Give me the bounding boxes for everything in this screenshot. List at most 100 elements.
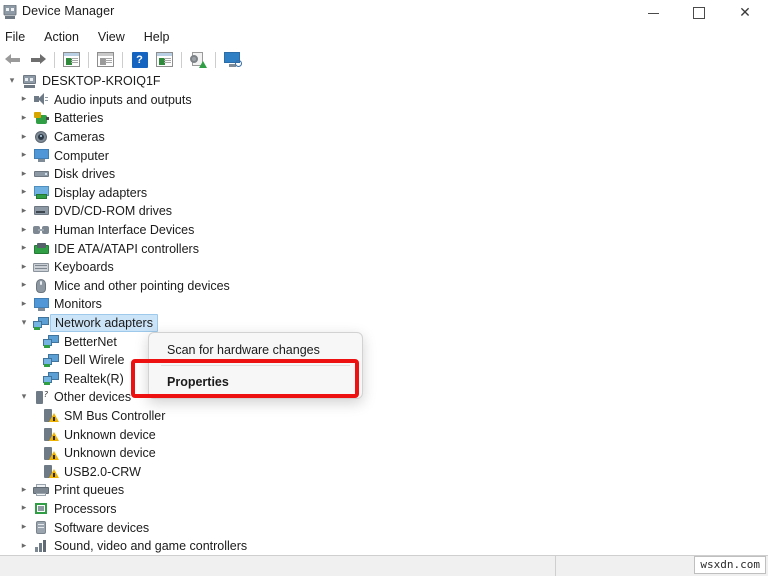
tree-item-label: Cameras [54, 130, 105, 145]
tree-item-network-adapters[interactable]: ▾ Network adapters [0, 314, 768, 333]
software-device-icon [32, 521, 50, 535]
chevron-right-icon[interactable]: ▸ [16, 169, 32, 179]
show-hide-console-tree-button[interactable] [59, 48, 84, 71]
tree-item-sm-bus-controller[interactable]: SM Bus Controller [0, 407, 768, 426]
toolbar-separator [215, 51, 216, 68]
scan-monitor-icon [223, 52, 242, 67]
chevron-right-icon[interactable]: ▸ [16, 504, 32, 513]
tree-item-label: USB2.0-CRW [64, 464, 141, 479]
chevron-right-icon[interactable]: ▸ [16, 299, 32, 309]
chevron-right-icon[interactable]: ▸ [16, 95, 32, 104]
toolbar: ? [0, 47, 768, 73]
tree-item-realtek[interactable]: Realtek(R) [0, 370, 768, 389]
minimize-button[interactable] [630, 0, 676, 26]
tree-item-cameras[interactable]: ▸ Cameras [0, 128, 768, 147]
help-button[interactable]: ? [127, 48, 152, 71]
chevron-right-icon[interactable]: ▸ [16, 113, 32, 123]
tree-item-print-queues[interactable]: ▸ Print queues [0, 481, 768, 500]
tree-item-label: Disk drives [54, 167, 116, 182]
tree-root-desktop[interactable]: ▾ DESKTOP-KROIQ1F [0, 72, 768, 91]
menu-view[interactable]: View [89, 28, 134, 46]
ide-controller-icon [32, 242, 50, 255]
sound-controller-icon [32, 540, 50, 553]
scan-for-hardware-changes-button[interactable] [220, 48, 245, 71]
speaker-icon [32, 93, 50, 106]
window-title: Device Manager [22, 4, 115, 18]
show-hide-action-pane-button[interactable] [152, 48, 177, 71]
help-question-icon: ? [131, 51, 148, 68]
context-menu: Scan for hardware changes Properties [148, 332, 363, 399]
tree-root-label: DESKTOP-KROIQ1F [42, 74, 161, 89]
watermark: wsxdn.com [694, 556, 766, 574]
tree-item-processors[interactable]: ▸ Processors [0, 500, 768, 519]
mouse-icon [32, 278, 50, 293]
tree-item-computer[interactable]: ▸ Computer [0, 146, 768, 165]
toolbar-separator [88, 51, 89, 68]
tree-item-label: Computer [54, 148, 109, 163]
tree-item-label: Unknown device [64, 446, 156, 461]
disk-drive-icon [32, 170, 50, 178]
chevron-right-icon[interactable]: ▸ [16, 281, 32, 290]
tree-item-other-devices[interactable]: ▾ ? Other devices [0, 388, 768, 407]
tree-item-label: Processors [54, 501, 117, 516]
tree-item-hid[interactable]: ▸ Human Interface Devices [0, 221, 768, 240]
tree-item-display-adapters[interactable]: ▸ Display adapters [0, 184, 768, 203]
close-button[interactable]: ✕ [722, 0, 768, 26]
title-bar: Device Manager ✕ [0, 0, 768, 26]
network-adapter-icon [42, 335, 60, 349]
chevron-down-icon[interactable]: ▾ [16, 392, 32, 402]
tree-item-audio[interactable]: ▸ Audio inputs and outputs [0, 91, 768, 110]
chevron-right-icon[interactable]: ▸ [16, 225, 32, 235]
tree-item-software-devices[interactable]: ▸ Software devices [0, 518, 768, 537]
context-menu-item-properties[interactable]: Properties [152, 369, 359, 394]
tree-item-label: Other devices [54, 390, 132, 405]
maximize-button[interactable] [676, 0, 722, 26]
tree-item-keyboards[interactable]: ▸ Keyboards [0, 258, 768, 277]
chevron-right-icon[interactable]: ▸ [16, 485, 32, 495]
chevron-right-icon[interactable]: ▸ [16, 206, 32, 216]
tree-item-disk-drives[interactable]: ▸ Disk drives [0, 165, 768, 184]
chevron-down-icon[interactable]: ▾ [16, 318, 32, 328]
chevron-right-icon[interactable]: ▸ [16, 523, 32, 532]
console-tree-icon [63, 52, 80, 67]
tree-item-label: Audio inputs and outputs [54, 92, 192, 107]
tree-item-betternet[interactable]: BetterNet [0, 332, 768, 351]
tree-item-unknown-device-2[interactable]: Unknown device [0, 444, 768, 463]
properties-button[interactable] [93, 48, 118, 71]
menu-help[interactable]: Help [135, 28, 179, 46]
update-driver-button[interactable] [186, 48, 211, 71]
chevron-right-icon[interactable]: ▸ [16, 151, 32, 160]
tree-item-dvd-drives[interactable]: ▸ DVD/CD-ROM drives [0, 202, 768, 221]
menu-file[interactable]: File [0, 28, 34, 46]
tree-item-batteries[interactable]: ▸ Batteries [0, 109, 768, 128]
tree-item-label: Human Interface Devices [54, 223, 195, 238]
warning-device-icon [42, 446, 60, 460]
chevron-right-icon[interactable]: ▸ [16, 244, 32, 253]
warning-device-icon [42, 465, 60, 479]
back-button[interactable] [0, 48, 25, 71]
back-arrow-icon [4, 54, 21, 65]
chevron-right-icon[interactable]: ▸ [16, 132, 32, 142]
computer-icon [20, 74, 38, 89]
context-menu-item-scan-for-hardware-changes[interactable]: Scan for hardware changes [152, 337, 359, 362]
chevron-right-icon[interactable]: ▸ [16, 262, 32, 272]
tree-item-mice[interactable]: ▸ Mice and other pointing devices [0, 277, 768, 296]
chevron-down-icon[interactable]: ▾ [4, 76, 20, 86]
tree-item-label: Display adapters [54, 185, 148, 200]
tree-item-ide-controllers[interactable]: ▸ IDE ATA/ATAPI controllers [0, 239, 768, 258]
chevron-right-icon[interactable]: ▸ [16, 188, 32, 197]
tree-item-monitors[interactable]: ▸ Monitors [0, 295, 768, 314]
tree-item-dell-wireless[interactable]: Dell Wirele [0, 351, 768, 370]
tree-item-usb2-crw[interactable]: USB2.0-CRW [0, 462, 768, 481]
device-tree[interactable]: ▾ DESKTOP-KROIQ1F ▸ Audio inputs and out… [0, 72, 768, 555]
unknown-device-icon: ? [32, 390, 50, 404]
tree-item-sound-controllers[interactable]: ▸ Sound, video and game controllers [0, 537, 768, 555]
tree-item-label: Network adapters [50, 314, 158, 333]
menu-action[interactable]: Action [35, 28, 88, 46]
tree-item-label: Sound, video and game controllers [54, 539, 248, 554]
chevron-right-icon[interactable]: ▸ [16, 541, 32, 551]
forward-button[interactable] [25, 48, 50, 71]
tree-item-label: Software devices [54, 520, 150, 535]
status-bar-divider [555, 556, 556, 576]
tree-item-unknown-device-1[interactable]: Unknown device [0, 425, 768, 444]
